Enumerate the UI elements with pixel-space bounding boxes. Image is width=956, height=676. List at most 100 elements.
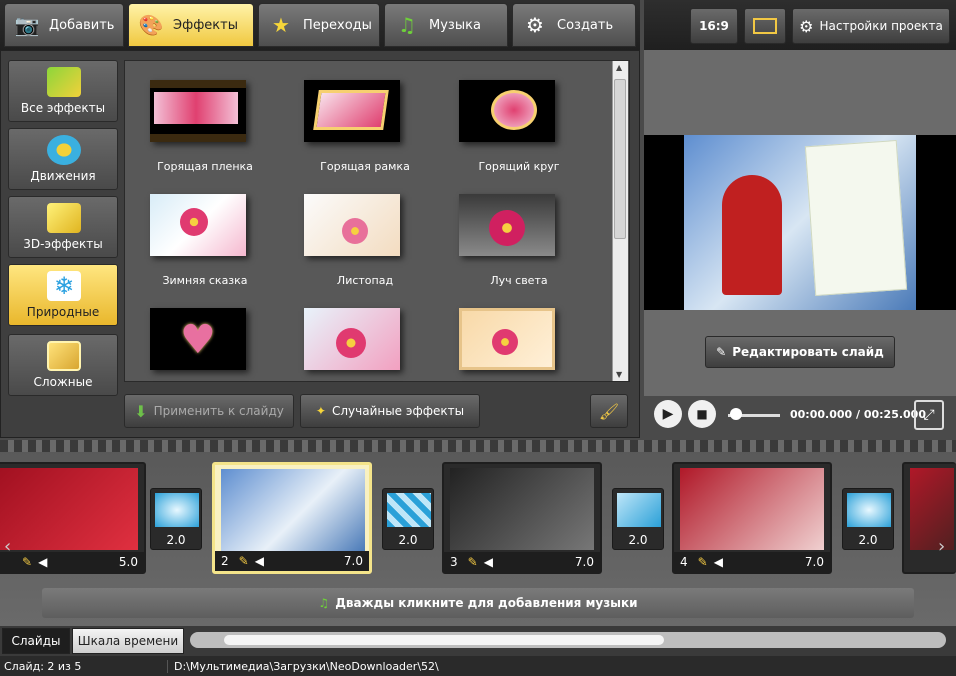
- project-settings-label: Настройки проекта: [819, 19, 943, 33]
- random-label: Случайные эффекты: [331, 404, 465, 418]
- pencil-icon: ✎: [716, 345, 727, 359]
- category-motion[interactable]: Движения: [8, 128, 118, 190]
- volume-slider-handle[interactable]: [730, 408, 742, 420]
- slide-thumbnail[interactable]: 4 ✎ ◀ 7.0: [672, 462, 832, 574]
- preview-image: [684, 135, 916, 310]
- screen-icon: [753, 18, 777, 34]
- tab-timeline[interactable]: Шкала времени: [72, 628, 184, 654]
- camera-icon: 📷: [14, 13, 40, 37]
- file-path: D:\Мультимедиа\Загрузки\NeoDownloader\52…: [174, 659, 439, 673]
- magic-wand-icon: ✦: [315, 404, 326, 418]
- slide-number: 3: [450, 555, 458, 569]
- slide-thumbnail[interactable]: ✎ ◀ 5.0: [0, 462, 146, 574]
- preview-video: [644, 135, 956, 310]
- edit-pencil-icon[interactable]: ✎: [468, 555, 478, 569]
- move-arrows-icon: [47, 135, 81, 165]
- slide-number: 2: [221, 554, 229, 568]
- effect-thumb-burning-frame[interactable]: [304, 80, 400, 142]
- effect-thumb-heart[interactable]: ♥: [150, 308, 246, 370]
- effect-thumb-burning-circle[interactable]: [459, 80, 555, 142]
- slide-duration: 5.0: [118, 555, 138, 569]
- scrollbar-thumb[interactable]: [224, 635, 664, 645]
- scroll-left-icon[interactable]: ‹: [4, 536, 11, 557]
- effect-thumb-light-ray[interactable]: [459, 194, 555, 256]
- effect-thumb-winter-tale[interactable]: [150, 194, 246, 256]
- category-nature[interactable]: ❄ Природные: [8, 264, 118, 326]
- film-perforation: [0, 440, 956, 452]
- edit-slide-label: Редактировать слайд: [732, 345, 884, 359]
- tab-slides[interactable]: Слайды: [2, 628, 70, 654]
- effect-thumb-burning-film[interactable]: [150, 80, 246, 142]
- random-effects-button[interactable]: ✦ Случайные эффекты: [300, 394, 480, 428]
- scroll-right-icon[interactable]: ›: [938, 536, 945, 557]
- slide-duration: 7.0: [574, 555, 594, 569]
- scroll-up-icon[interactable]: ▲: [616, 63, 622, 72]
- music-hint: Дважды кликните для добавления музыки: [335, 596, 638, 610]
- fullscreen-button[interactable]: ⤢: [914, 400, 944, 430]
- transition-image: [617, 493, 661, 527]
- category-label: Движения: [30, 169, 96, 183]
- transition-thumbnail[interactable]: 2.0: [382, 488, 434, 550]
- category-3d-effects[interactable]: 3D-эффекты: [8, 196, 118, 258]
- puzzle-icon: [47, 67, 81, 97]
- effect-label: Листопад: [336, 274, 394, 287]
- scrollbar-thumb[interactable]: [614, 79, 626, 239]
- tab-create-label: Создать: [557, 17, 614, 33]
- effect-thumb-paper[interactable]: [459, 308, 555, 370]
- slide-image: [910, 468, 954, 550]
- film-reel-icon: ⚙: [526, 13, 544, 37]
- slide-thumbnail-selected[interactable]: 2 ✎ ◀ 7.0: [212, 462, 372, 574]
- effect-thumb-flowers[interactable]: [304, 308, 400, 370]
- tab-effects-label: Эффекты: [173, 17, 238, 33]
- transition-thumbnail[interactable]: 2.0: [842, 488, 894, 550]
- effect-label: Горящий круг: [478, 160, 560, 173]
- scroll-down-icon[interactable]: ▼: [616, 370, 622, 379]
- category-label: Все эффекты: [20, 101, 106, 115]
- tab-music[interactable]: ♫ Музыка: [384, 3, 508, 47]
- edit-pencil-icon[interactable]: ✎: [698, 555, 708, 569]
- effects-scrollbar[interactable]: ▲ ▼: [612, 61, 628, 381]
- tab-create[interactable]: ⚙ Создать: [512, 3, 636, 47]
- music-drop-zone[interactable]: ♫ Дважды кликните для добавления музыки: [42, 588, 914, 618]
- slide-bar: ✎ ◀ 5.0: [0, 552, 144, 572]
- preview-toolbar: 16:9 ⚙ Настройки проекта: [644, 0, 956, 50]
- category-all-effects[interactable]: Все эффекты: [8, 60, 118, 122]
- transition-image: [155, 493, 199, 527]
- slide-thumbnail[interactable]: [902, 462, 956, 574]
- palette-icon: 🎨: [138, 13, 164, 37]
- effect-thumb-leaf-fall[interactable]: [304, 194, 400, 256]
- sound-icon[interactable]: ◀: [484, 555, 493, 569]
- clear-effects-button[interactable]: 🖌: [590, 394, 628, 428]
- effect-label: Луч света: [490, 274, 548, 287]
- layers-icon: [47, 341, 81, 371]
- slide-duration: 7.0: [343, 554, 363, 568]
- apply-to-slide-button[interactable]: ⬇ Применить к слайду: [124, 394, 294, 428]
- apply-label: Применить к слайду: [153, 404, 284, 418]
- sound-icon[interactable]: ◀: [38, 555, 47, 569]
- sound-icon[interactable]: ◀: [255, 554, 264, 568]
- transition-duration: 2.0: [628, 533, 648, 547]
- edit-pencil-icon[interactable]: ✎: [22, 555, 32, 569]
- transition-thumbnail[interactable]: 2.0: [150, 488, 202, 550]
- stop-button[interactable]: ■: [688, 400, 716, 428]
- transition-thumbnail[interactable]: 2.0: [612, 488, 664, 550]
- transition-duration: 2.0: [858, 533, 878, 547]
- tab-add[interactable]: 📷 Добавить: [4, 3, 124, 47]
- music-note-icon: ♫: [398, 13, 416, 37]
- storyboard-scrollbar[interactable]: [190, 632, 946, 648]
- slide-counter: Слайд: 2 из 5: [0, 659, 168, 673]
- aspect-ratio-button[interactable]: 16:9: [690, 8, 738, 44]
- tab-transitions[interactable]: ★ Переходы: [258, 3, 380, 47]
- transition-duration: 2.0: [166, 533, 186, 547]
- slide-thumbnail[interactable]: 3 ✎ ◀ 7.0: [442, 462, 602, 574]
- edit-slide-button[interactable]: ✎ Редактировать слайд: [705, 336, 895, 368]
- screen-mode-button[interactable]: [744, 8, 786, 44]
- project-settings-button[interactable]: ⚙ Настройки проекта: [792, 8, 950, 44]
- tab-effects[interactable]: 🎨 Эффекты: [128, 3, 254, 47]
- edit-pencil-icon[interactable]: ✎: [239, 554, 249, 568]
- effect-label: Горящая рамка: [320, 160, 410, 173]
- category-complex[interactable]: Сложные: [8, 334, 118, 396]
- play-button[interactable]: ▶: [654, 400, 682, 428]
- sound-icon[interactable]: ◀: [714, 555, 723, 569]
- transition-duration: 2.0: [398, 533, 418, 547]
